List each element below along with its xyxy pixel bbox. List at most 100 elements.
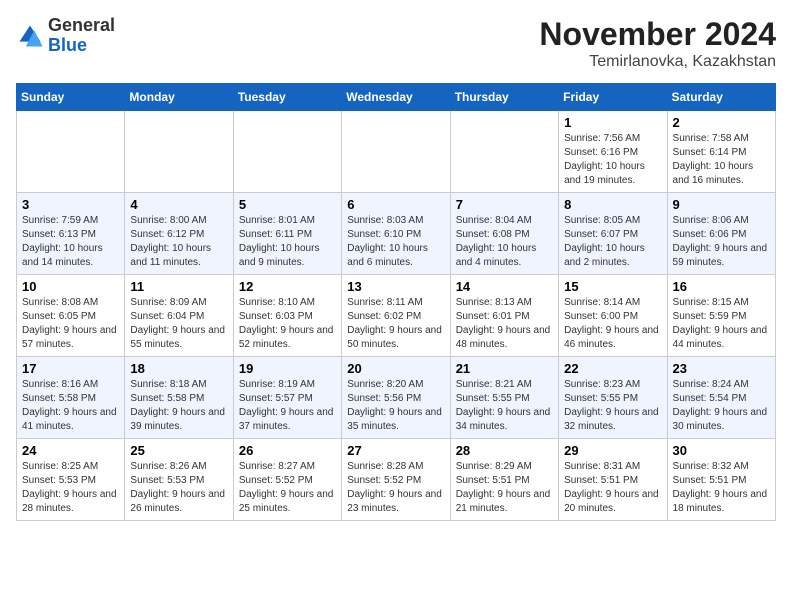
- day-number: 20: [347, 361, 444, 376]
- calendar-cell: 24 Sunrise: 8:25 AMSunset: 5:53 PMDayligh…: [17, 439, 125, 521]
- day-number: 26: [239, 443, 336, 458]
- calendar-cell: 13 Sunrise: 8:11 AMSunset: 6:02 PMDayligh…: [342, 275, 450, 357]
- calendar-cell: 22Sunrise: 8:23 AMSunset: 5:55 PMDayligh…: [559, 357, 667, 439]
- day-info: Sunrise: 8:06 AMSunset: 6:06 PMDaylight:…: [673, 214, 770, 270]
- day-info: Sunrise: 8:18 AMSunset: 5:58 PMDaylight:…: [130, 378, 227, 434]
- calendar-cell: [17, 111, 125, 193]
- day-info: Sunrise: 7:58 AMSunset: 6:14 PMDaylight:…: [673, 132, 770, 188]
- calendar-header-row: SundayMondayTuesdayWednesdayThursdayFrid…: [17, 84, 776, 111]
- calendar-week-row: 3Sunrise: 7:59 AMSunset: 6:13 PMDaylight…: [17, 193, 776, 275]
- calendar-week-row: 17 Sunrise: 8:16 AMSunset: 5:58 PMDayligh…: [17, 357, 776, 439]
- day-info: Sunrise: 8:21 AMSunset: 5:55 PMDaylight:…: [456, 378, 553, 434]
- calendar-table: SundayMondayTuesdayWednesdayThursdayFrid…: [16, 83, 776, 521]
- day-info: Sunrise: 8:10 AMSunset: 6:03 PMDaylight:…: [239, 296, 336, 352]
- day-info: Sunrise: 8:29 AMSunset: 5:51 PMDaylight:…: [456, 460, 553, 516]
- day-number: 1: [564, 115, 661, 130]
- logo-blue-text: Blue: [48, 35, 87, 55]
- calendar-cell: 20Sunrise: 8:20 AMSunset: 5:56 PMDayligh…: [342, 357, 450, 439]
- day-number: 27: [347, 443, 444, 458]
- calendar-cell: 9 Sunrise: 8:06 AMSunset: 6:06 PMDaylight…: [667, 193, 775, 275]
- day-number: 14: [456, 279, 553, 294]
- day-number: 30: [673, 443, 770, 458]
- day-number: 2: [673, 115, 770, 130]
- day-info: Sunrise: 8:28 AMSunset: 5:52 PMDaylight:…: [347, 460, 444, 516]
- header-day-saturday: Saturday: [667, 84, 775, 111]
- day-number: 10: [22, 279, 119, 294]
- day-info: Sunrise: 8:19 AMSunset: 5:57 PMDaylight:…: [239, 378, 336, 434]
- day-info: Sunrise: 8:24 AMSunset: 5:54 PMDaylight:…: [673, 378, 770, 434]
- calendar-cell: 4 Sunrise: 8:00 AMSunset: 6:12 PMDaylight…: [125, 193, 233, 275]
- calendar-cell: 27 Sunrise: 8:28 AMSunset: 5:52 PMDayligh…: [342, 439, 450, 521]
- logo-general-text: General: [48, 15, 115, 35]
- day-info: Sunrise: 8:14 AMSunset: 6:00 PMDaylight:…: [564, 296, 661, 352]
- header-day-friday: Friday: [559, 84, 667, 111]
- day-number: 9: [673, 197, 770, 212]
- calendar-cell: [233, 111, 341, 193]
- calendar-cell: 1 Sunrise: 7:56 AMSunset: 6:16 PMDaylight…: [559, 111, 667, 193]
- day-number: 23: [673, 361, 770, 376]
- day-info: Sunrise: 7:56 AMSunset: 6:16 PMDaylight:…: [564, 132, 661, 188]
- day-number: 12: [239, 279, 336, 294]
- day-number: 16: [673, 279, 770, 294]
- calendar-cell: 10 Sunrise: 8:08 AMSunset: 6:05 PMDayligh…: [17, 275, 125, 357]
- calendar-cell: 29Sunrise: 8:31 AMSunset: 5:51 PMDayligh…: [559, 439, 667, 521]
- header-day-wednesday: Wednesday: [342, 84, 450, 111]
- day-info: Sunrise: 8:11 AMSunset: 6:02 PMDaylight:…: [347, 296, 444, 352]
- calendar-cell: 12 Sunrise: 8:10 AMSunset: 6:03 PMDayligh…: [233, 275, 341, 357]
- day-number: 18: [130, 361, 227, 376]
- day-number: 21: [456, 361, 553, 376]
- header-day-sunday: Sunday: [17, 84, 125, 111]
- calendar-cell: 23 Sunrise: 8:24 AMSunset: 5:54 PMDayligh…: [667, 357, 775, 439]
- day-number: 4: [130, 197, 227, 212]
- calendar-cell: 26Sunrise: 8:27 AMSunset: 5:52 PMDayligh…: [233, 439, 341, 521]
- calendar-cell: [450, 111, 558, 193]
- calendar-cell: 2 Sunrise: 7:58 AMSunset: 6:14 PMDaylight…: [667, 111, 775, 193]
- day-number: 25: [130, 443, 227, 458]
- header-day-tuesday: Tuesday: [233, 84, 341, 111]
- day-number: 28: [456, 443, 553, 458]
- calendar-cell: 5Sunrise: 8:01 AMSunset: 6:11 PMDaylight…: [233, 193, 341, 275]
- calendar-cell: 16Sunrise: 8:15 AMSunset: 5:59 PMDayligh…: [667, 275, 775, 357]
- calendar-cell: 28 Sunrise: 8:29 AMSunset: 5:51 PMDayligh…: [450, 439, 558, 521]
- calendar-week-row: 10 Sunrise: 8:08 AMSunset: 6:05 PMDayligh…: [17, 275, 776, 357]
- day-info: Sunrise: 8:32 AMSunset: 5:51 PMDaylight:…: [673, 460, 770, 516]
- day-number: 24: [22, 443, 119, 458]
- day-number: 7: [456, 197, 553, 212]
- logo: General Blue: [16, 16, 115, 56]
- calendar-cell: 25Sunrise: 8:26 AMSunset: 5:53 PMDayligh…: [125, 439, 233, 521]
- calendar-cell: 6Sunrise: 8:03 AMSunset: 6:10 PMDaylight…: [342, 193, 450, 275]
- day-info: Sunrise: 8:00 AMSunset: 6:12 PMDaylight:…: [130, 214, 227, 270]
- day-info: Sunrise: 8:13 AMSunset: 6:01 PMDaylight:…: [456, 296, 553, 352]
- day-info: Sunrise: 8:08 AMSunset: 6:05 PMDaylight:…: [22, 296, 119, 352]
- calendar-cell: 7 Sunrise: 8:04 AMSunset: 6:08 PMDaylight…: [450, 193, 558, 275]
- calendar-week-row: 24 Sunrise: 8:25 AMSunset: 5:53 PMDayligh…: [17, 439, 776, 521]
- day-number: 17: [22, 361, 119, 376]
- day-number: 8: [564, 197, 661, 212]
- calendar-cell: 30 Sunrise: 8:32 AMSunset: 5:51 PMDayligh…: [667, 439, 775, 521]
- header-day-monday: Monday: [125, 84, 233, 111]
- calendar-cell: 18 Sunrise: 8:18 AMSunset: 5:58 PMDayligh…: [125, 357, 233, 439]
- day-info: Sunrise: 8:09 AMSunset: 6:04 PMDaylight:…: [130, 296, 227, 352]
- day-number: 19: [239, 361, 336, 376]
- day-info: Sunrise: 8:25 AMSunset: 5:53 PMDaylight:…: [22, 460, 119, 516]
- location-title: Temirlanovka, Kazakhstan: [539, 53, 776, 71]
- logo-icon: [16, 22, 44, 50]
- calendar-cell: 19 Sunrise: 8:19 AMSunset: 5:57 PMDayligh…: [233, 357, 341, 439]
- day-number: 13: [347, 279, 444, 294]
- day-number: 22: [564, 361, 661, 376]
- calendar-cell: 3Sunrise: 7:59 AMSunset: 6:13 PMDaylight…: [17, 193, 125, 275]
- header-day-thursday: Thursday: [450, 84, 558, 111]
- header: General Blue November 2024 Temirlanovka,…: [16, 16, 776, 71]
- day-number: 15: [564, 279, 661, 294]
- calendar-week-row: 1 Sunrise: 7:56 AMSunset: 6:16 PMDaylight…: [17, 111, 776, 193]
- day-info: Sunrise: 8:04 AMSunset: 6:08 PMDaylight:…: [456, 214, 553, 270]
- day-number: 6: [347, 197, 444, 212]
- calendar-cell: 14 Sunrise: 8:13 AMSunset: 6:01 PMDayligh…: [450, 275, 558, 357]
- calendar-cell: 8 Sunrise: 8:05 AMSunset: 6:07 PMDaylight…: [559, 193, 667, 275]
- day-number: 3: [22, 197, 119, 212]
- calendar-cell: 21 Sunrise: 8:21 AMSunset: 5:55 PMDayligh…: [450, 357, 558, 439]
- month-title: November 2024: [539, 16, 776, 53]
- day-info: Sunrise: 8:05 AMSunset: 6:07 PMDaylight:…: [564, 214, 661, 270]
- day-info: Sunrise: 8:16 AMSunset: 5:58 PMDaylight:…: [22, 378, 119, 434]
- day-number: 11: [130, 279, 227, 294]
